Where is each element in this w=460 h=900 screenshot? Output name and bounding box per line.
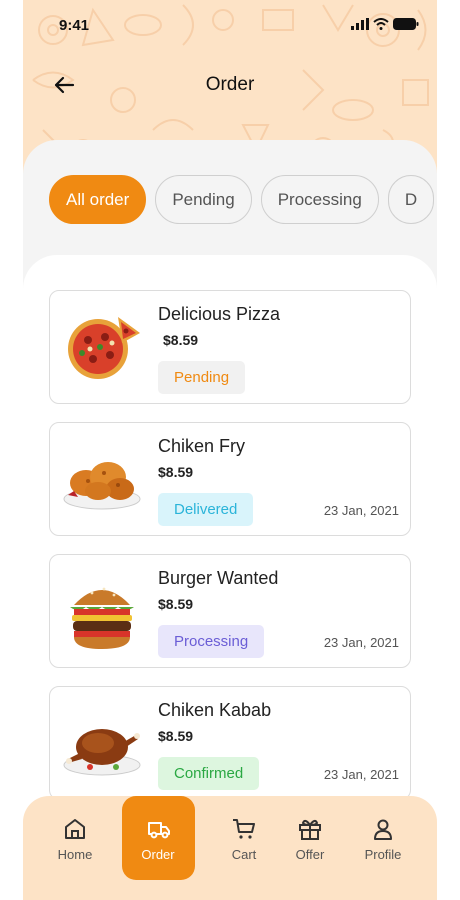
order-card[interactable]: Chiken Kabab $8.59 Confirmed 23 Jan, 202… [49,686,411,800]
nav-item-order[interactable]: Order [122,796,195,880]
nav-label: Order [141,847,175,862]
battery-icon [393,18,419,30]
phone-screen: 9:41 Order All order Pending Processing … [23,0,437,900]
order-price: $8.59 [158,464,194,480]
cart-icon [233,819,255,839]
order-date: 23 Jan, 2021 [323,767,399,782]
order-price: $8.59 [158,728,194,744]
tab-delivered[interactable]: D [387,175,435,224]
status-badge: Delivered [158,493,254,526]
truck-icon [147,822,170,839]
order-card[interactable]: Chiken Fry $8.59 Delivered 23 Jan, 2021 [49,422,411,536]
nav-label: Profile [364,847,402,862]
gift-icon [299,819,321,840]
home-icon [65,819,85,839]
status-badge: Processing [158,625,265,658]
status-badge: Confirmed [158,757,260,790]
bottom-navigation: Home Order Cart Offer Profile [23,796,437,900]
order-card[interactable]: Burger Wanted $8.59 Processing 23 Jan, 2… [49,554,411,668]
order-date: 23 Jan, 2021 [323,503,399,518]
status-time: 9:41 [59,17,90,34]
roast-chicken-image [63,729,141,776]
order-name: Delicious Pizza [158,304,281,324]
tab-processing[interactable]: Processing [260,175,379,224]
nav-label: Cart [231,847,257,862]
profile-icon [374,819,392,840]
burger-image [70,587,134,649]
signal-icon [351,18,369,30]
order-date: 23 Jan, 2021 [323,635,399,650]
order-price: $8.59 [163,332,199,348]
order-name: Chiken Fry [158,436,246,456]
order-price: $8.59 [158,596,194,612]
order-card[interactable]: Delicious Pizza $8.59 Pending [49,290,411,404]
nav-label: Home [57,847,93,862]
fried-chicken-image [63,462,141,510]
tab-all-order[interactable]: All order [49,175,147,224]
pizza-image [68,317,140,379]
wifi-icon [373,18,389,30]
status-badge: Pending [158,361,246,394]
tab-pending[interactable]: Pending [155,175,252,224]
nav-label: Offer [295,847,325,862]
order-name: Burger Wanted [158,568,279,588]
order-name: Chiken Kabab [158,700,272,720]
order-filter-tabs: All order Pending Processing D [49,175,435,224]
page-title: Order [205,74,255,95]
status-bar: 9:41 [23,0,437,50]
